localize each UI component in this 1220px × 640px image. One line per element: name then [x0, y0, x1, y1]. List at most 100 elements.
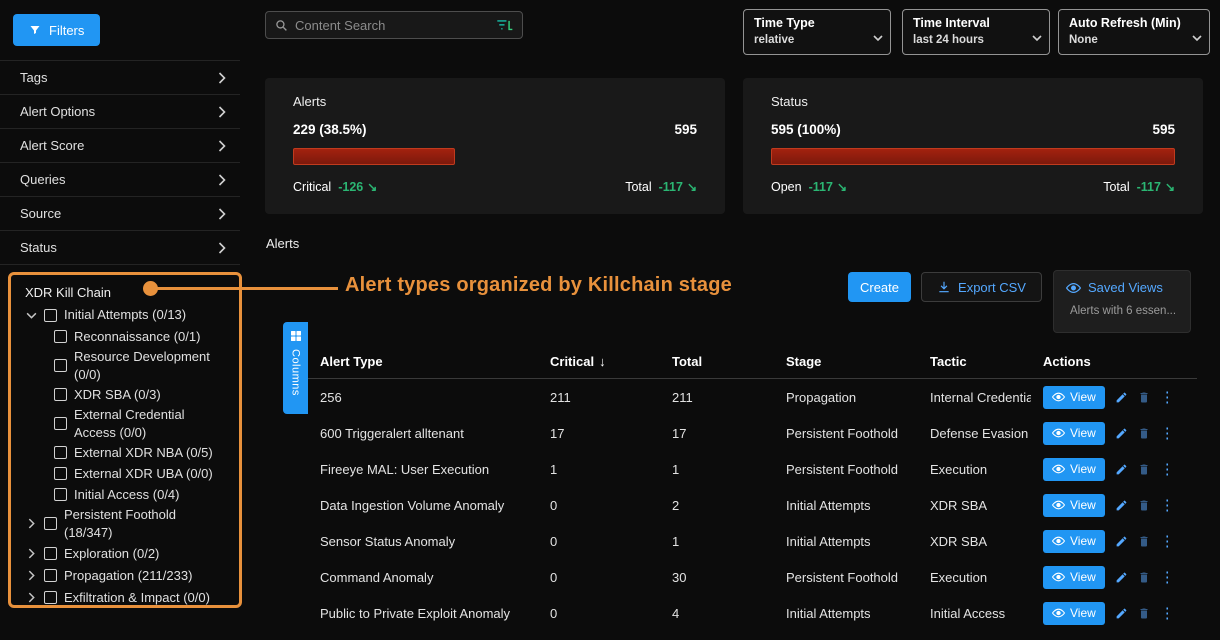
- chevron-right-icon: [218, 174, 226, 186]
- edit-pencil-icon[interactable]: [1115, 535, 1128, 548]
- cell-stage: Persistent Foothold: [774, 570, 918, 585]
- cell-actions: View ⋮: [1031, 458, 1197, 481]
- header-stage[interactable]: Stage: [774, 354, 918, 369]
- kebab-menu-icon[interactable]: ⋮: [1160, 460, 1175, 478]
- sidebar-menu-item[interactable]: Alert Score: [0, 129, 240, 163]
- checkbox[interactable]: [54, 446, 67, 459]
- checkbox[interactable]: [54, 467, 67, 480]
- time-type-value: relative: [754, 34, 868, 46]
- progress-bar-fill: [293, 148, 455, 165]
- cell-tactic: Execution: [918, 462, 1031, 477]
- killchain-tactic-row[interactable]: Initial Access (0/4): [54, 484, 235, 505]
- sidebar-menu-item[interactable]: Queries: [0, 163, 240, 197]
- caret-icon[interactable]: [26, 570, 37, 581]
- header-total[interactable]: Total: [660, 354, 774, 369]
- kebab-menu-icon[interactable]: ⋮: [1160, 424, 1175, 442]
- caret-icon[interactable]: [26, 592, 37, 603]
- view-button[interactable]: View: [1043, 566, 1105, 589]
- checkbox[interactable]: [44, 309, 57, 322]
- sidebar-menu-item[interactable]: Status: [0, 231, 240, 265]
- table-row: Data Ingestion Volume Anomaly 0 2 Initia…: [308, 487, 1197, 523]
- columns-tab[interactable]: Columns: [283, 322, 308, 414]
- kebab-menu-icon[interactable]: ⋮: [1160, 388, 1175, 406]
- auto-refresh-dropdown[interactable]: Auto Refresh (Min) None: [1058, 9, 1210, 55]
- cell-total: 4: [660, 606, 774, 621]
- saved-views-button[interactable]: Saved Views Alerts with 6 essen...: [1053, 270, 1191, 333]
- edit-pencil-icon[interactable]: [1115, 607, 1128, 620]
- checkbox[interactable]: [44, 547, 57, 560]
- killchain-tactic-row[interactable]: External XDR UBA (0/0): [54, 463, 235, 484]
- view-button[interactable]: View: [1043, 386, 1105, 409]
- view-button[interactable]: View: [1043, 458, 1105, 481]
- sidebar-menu: Tags Alert Options Alert Score Queries S…: [0, 60, 240, 265]
- delete-trash-icon[interactable]: [1138, 426, 1150, 440]
- caret-icon[interactable]: [26, 310, 37, 321]
- view-button[interactable]: View: [1043, 494, 1105, 517]
- edit-pencil-icon[interactable]: [1115, 391, 1128, 404]
- advanced-search-icon[interactable]: [496, 18, 513, 33]
- time-interval-label: Time Interval: [913, 16, 1027, 30]
- kebab-menu-icon[interactable]: ⋮: [1160, 532, 1175, 550]
- killchain-stage-row[interactable]: Propagation (211/233): [26, 564, 235, 586]
- killchain-stage-row[interactable]: Initial Attempts (0/13): [26, 304, 235, 326]
- checkbox[interactable]: [44, 569, 57, 582]
- header-tactic[interactable]: Tactic: [918, 354, 1031, 369]
- kebab-menu-icon[interactable]: ⋮: [1160, 604, 1175, 622]
- card-title: Alerts: [293, 94, 697, 109]
- sidebar-menu-item[interactable]: Alert Options: [0, 95, 240, 129]
- delete-trash-icon[interactable]: [1138, 570, 1150, 584]
- killchain-tactic-row[interactable]: Resource Development (0/0): [54, 347, 235, 384]
- killchain-stage-row[interactable]: Persistent Foothold (18/347): [26, 505, 235, 542]
- edit-pencil-icon[interactable]: [1115, 427, 1128, 440]
- cell-critical: 0: [538, 570, 660, 585]
- header-alert-type[interactable]: Alert Type: [308, 354, 538, 369]
- edit-pencil-icon[interactable]: [1115, 463, 1128, 476]
- cell-actions: View ⋮: [1031, 566, 1197, 589]
- cell-tactic: Internal Credential: [918, 390, 1031, 405]
- cell-stage: Propagation: [774, 390, 918, 405]
- time-interval-dropdown[interactable]: Time Interval last 24 hours: [902, 9, 1050, 55]
- view-button-label: View: [1070, 606, 1096, 620]
- killchain-tactic-row[interactable]: Reconnaissance (0/1): [54, 326, 235, 347]
- kebab-menu-icon[interactable]: ⋮: [1160, 568, 1175, 586]
- killchain-section-header[interactable]: XDR Kill Chain: [18, 280, 235, 304]
- checkbox[interactable]: [54, 330, 67, 343]
- content-search-box[interactable]: [265, 11, 523, 39]
- checkbox[interactable]: [54, 488, 67, 501]
- delete-trash-icon[interactable]: [1138, 606, 1150, 620]
- checkbox[interactable]: [44, 591, 57, 604]
- header-critical[interactable]: Critical↓: [538, 354, 660, 369]
- caret-icon[interactable]: [26, 548, 37, 559]
- search-input[interactable]: [295, 18, 489, 33]
- checkbox[interactable]: [54, 359, 67, 372]
- killchain-tactic-label: Reconnaissance (0/1): [74, 328, 200, 346]
- edit-pencil-icon[interactable]: [1115, 499, 1128, 512]
- checkbox[interactable]: [54, 417, 67, 430]
- checkbox[interactable]: [44, 517, 57, 530]
- checkbox[interactable]: [54, 388, 67, 401]
- killchain-tactic-row[interactable]: External Credential Access (0/0): [54, 405, 235, 442]
- kebab-menu-icon[interactable]: ⋮: [1160, 496, 1175, 514]
- delete-trash-icon[interactable]: [1138, 462, 1150, 476]
- sidebar: Filters Tags Alert Options Alert Score Q…: [0, 0, 248, 640]
- delete-trash-icon[interactable]: [1138, 498, 1150, 512]
- delete-trash-icon[interactable]: [1138, 390, 1150, 404]
- sidebar-menu-item[interactable]: Source: [0, 197, 240, 231]
- create-button[interactable]: Create: [848, 272, 911, 302]
- edit-pencil-icon[interactable]: [1115, 571, 1128, 584]
- export-csv-button[interactable]: Export CSV: [921, 272, 1042, 302]
- sidebar-menu-item-label: Tags: [20, 70, 47, 85]
- sidebar-menu-item[interactable]: Tags: [0, 61, 240, 95]
- time-type-dropdown[interactable]: Time Type relative: [743, 9, 891, 55]
- killchain-stage-row[interactable]: Exfiltration & Impact (0/0): [26, 586, 235, 608]
- view-button[interactable]: View: [1043, 602, 1105, 625]
- killchain-tactic-row[interactable]: XDR SBA (0/3): [54, 384, 235, 405]
- caret-icon[interactable]: [26, 518, 37, 529]
- delete-trash-icon[interactable]: [1138, 534, 1150, 548]
- alerts-table: Alert Type Critical↓ Total Stage Tactic …: [308, 345, 1197, 631]
- view-button[interactable]: View: [1043, 530, 1105, 553]
- killchain-stage-row[interactable]: Exploration (0/2): [26, 542, 235, 564]
- filters-button[interactable]: Filters: [13, 14, 100, 46]
- view-button[interactable]: View: [1043, 422, 1105, 445]
- killchain-tactic-row[interactable]: External XDR NBA (0/5): [54, 442, 235, 463]
